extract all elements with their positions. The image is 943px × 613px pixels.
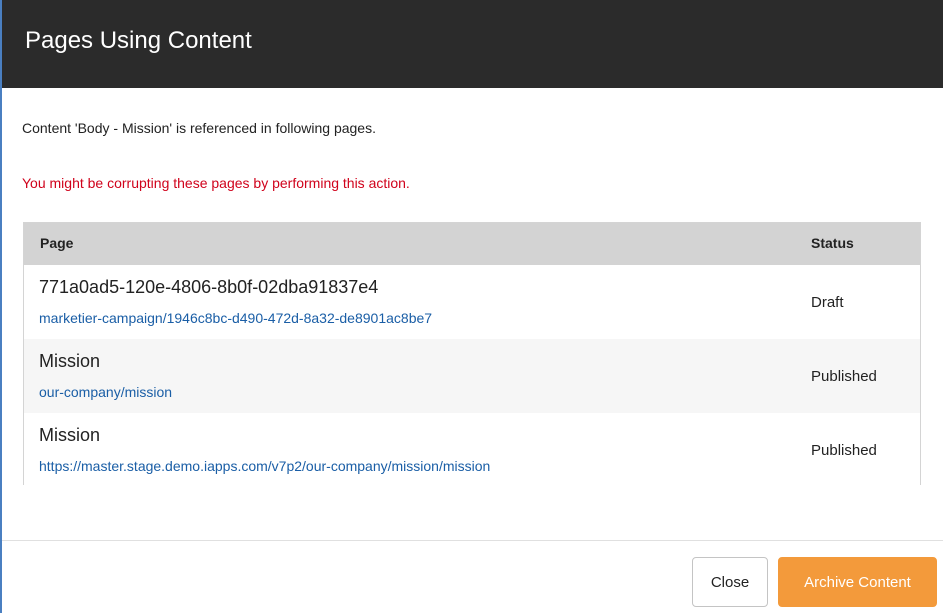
pages-table: Page Status 771a0ad5-120e-4806-8b0f-02db… [23, 222, 921, 485]
table-row: Mission https://master.stage.demo.iapps.… [24, 413, 920, 485]
table-row: 771a0ad5-120e-4806-8b0f-02dba91837e4 mar… [24, 265, 920, 339]
table-header: Page Status [24, 223, 920, 265]
table-row: Mission our-company/mission Published [24, 339, 920, 413]
archive-content-button[interactable]: Archive Content [778, 557, 937, 607]
page-status: Published [811, 442, 877, 459]
warning-message: You might be corrupting these pages by p… [22, 175, 410, 191]
page-status: Draft [811, 294, 844, 311]
intro-message: Content 'Body - Mission' is referenced i… [22, 120, 376, 136]
footer-divider [2, 540, 943, 541]
page-link[interactable]: https://master.stage.demo.iapps.com/v7p2… [39, 458, 490, 474]
page-link[interactable]: marketier-campaign/1946c8bc-d490-472d-8a… [39, 310, 432, 326]
page-link[interactable]: our-company/mission [39, 384, 172, 400]
column-header-page: Page [40, 235, 74, 251]
page-title: Mission [39, 351, 101, 371]
pages-using-content-dialog: Pages Using Content Content 'Body - Miss… [0, 0, 943, 613]
page-title: Mission [39, 425, 101, 445]
page-status: Published [811, 368, 877, 385]
page-title: 771a0ad5-120e-4806-8b0f-02dba91837e4 [39, 277, 379, 297]
dialog-title: Pages Using Content [25, 27, 252, 54]
column-header-status: Status [811, 235, 854, 251]
dialog-header: Pages Using Content [2, 0, 943, 88]
close-button[interactable]: Close [692, 557, 768, 607]
